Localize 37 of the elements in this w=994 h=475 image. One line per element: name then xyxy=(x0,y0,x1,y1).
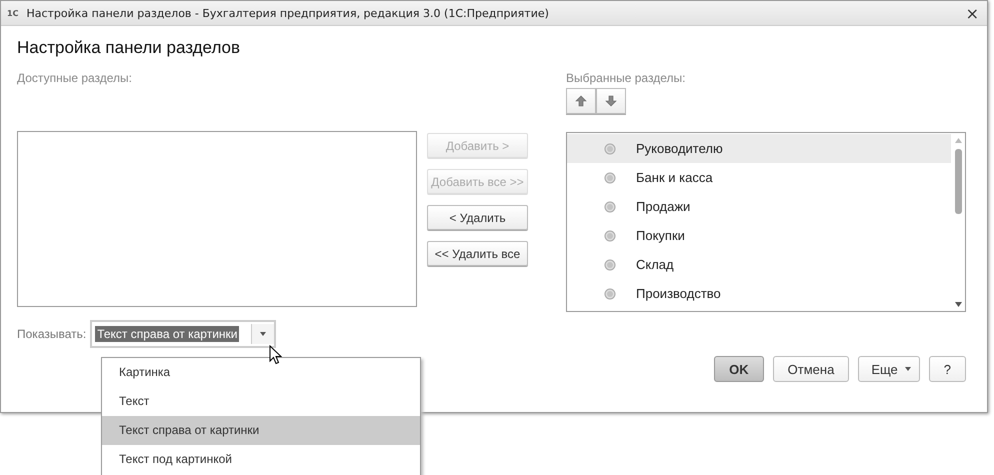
selected-sections-label: Выбранные разделы: xyxy=(566,71,686,87)
dropdown-option[interactable]: Текст xyxy=(102,387,420,416)
radio-dot-icon xyxy=(604,200,616,212)
dropdown-option[interactable]: Картинка xyxy=(102,358,420,387)
radio-dot-icon xyxy=(604,258,616,270)
transfer-button[interactable]: << Удалить все xyxy=(427,241,528,266)
dropdown-option[interactable]: Текст справа от картинки xyxy=(102,416,420,445)
down-arrow-icon xyxy=(605,95,617,107)
section-row[interactable]: Покупки xyxy=(567,221,951,250)
section-row[interactable]: Банк и касса xyxy=(567,163,951,192)
up-arrow-icon xyxy=(575,95,587,107)
scroll-down-icon[interactable] xyxy=(954,302,962,307)
section-row[interactable]: Продажи xyxy=(567,192,951,221)
dialog-button[interactable]: OK xyxy=(714,356,764,382)
show-dropdown[interactable]: Текст справа от картинки xyxy=(90,320,276,348)
dialog-heading: Настройка панели разделов xyxy=(17,38,242,59)
radio-dot-icon xyxy=(604,142,616,154)
window-title: Настройка панели разделов - Бухгалтерия предприятия, редакция 3.0 (1С:Предприятие) xyxy=(26,6,550,20)
section-row[interactable]: Склад xyxy=(567,250,951,279)
move-down-button[interactable] xyxy=(596,88,626,114)
show-label: Показывать: xyxy=(17,327,86,341)
close-button[interactable]: × xyxy=(964,4,981,22)
section-row[interactable]: Производство xyxy=(567,279,951,308)
caret-icon xyxy=(904,367,911,371)
dialog-button[interactable]: Еще xyxy=(858,356,920,382)
dropdown-option[interactable]: Текст под картинкой xyxy=(102,445,420,474)
available-sections-label: Доступные разделы: xyxy=(17,71,134,87)
radio-dot-icon xyxy=(604,230,616,242)
transfer-button[interactable]: < Удалить xyxy=(427,205,528,230)
move-up-button[interactable] xyxy=(566,88,596,114)
section-row[interactable]: Руководителю xyxy=(567,134,951,163)
radio-dot-icon xyxy=(604,172,616,184)
dialog-button[interactable]: ? xyxy=(928,356,966,382)
caret-icon xyxy=(260,332,266,336)
radio-dot-icon xyxy=(604,288,616,300)
app-logo: 1С xyxy=(7,8,18,18)
dialog-button[interactable]: Отмена xyxy=(772,356,850,382)
